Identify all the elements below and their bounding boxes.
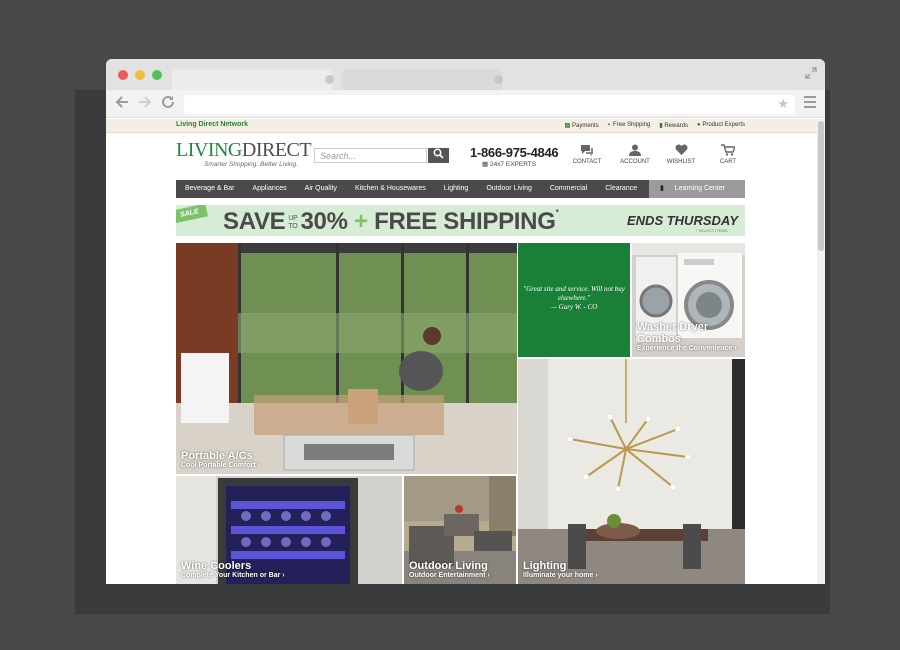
user-icon [615,144,655,159]
close-window-button[interactable] [118,70,128,80]
account-button[interactable]: ACCOUNT [615,144,655,165]
reload-icon[interactable] [160,95,176,111]
testimonial-quote: "Great site and service. Will not buy el… [518,243,630,357]
wine-caption: Wine Coolers Complete Your Kitchen or Ba… [181,560,285,580]
nav-outdoor-living[interactable]: Outdoor Living [477,180,541,198]
network-strip: Living Direct Network ▤ Payments ◐ Free … [106,119,817,133]
washer-caption: Washer Dryer Combos Experience the Conve… [637,321,745,353]
portable-ac-title: Portable A/Cs [181,450,253,462]
experts-label: ▦ 24x7 EXPERTS [482,161,537,168]
lighting-subtitle: Illuminate your home › [523,572,598,579]
network-link[interactable]: Living Direct Network [176,121,248,128]
tile-lighting[interactable]: Lighting Illuminate your home › [518,359,745,584]
top-link-product-experts[interactable]: ● Product Experts [697,122,745,129]
cart-button[interactable]: CART [708,144,748,165]
contact-button[interactable]: CONTACT [567,144,607,165]
tile-outdoor-living[interactable]: Outdoor Living Outdoor Entertainment › [404,476,516,584]
search-button[interactable] [428,148,449,163]
tile-portable-ac[interactable]: Portable A/Cs Cool Portable Comfort › [176,243,517,474]
browser-tab[interactable] [172,69,332,90]
browser-toolbar: ★ [106,90,825,118]
wine-title: Wine Coolers [181,560,252,572]
top-link-payments[interactable]: ▤ Payments [565,122,599,129]
title-bar [106,59,825,90]
site-logo[interactable]: LIVINGDIRECT Smarter Shopping. Better Li… [176,140,312,168]
nav-commercial[interactable]: Commercial [541,180,596,198]
nav-lighting[interactable]: Lighting [435,180,478,198]
tile-wine-coolers[interactable]: Wine Coolers Complete Your Kitchen or Ba… [176,476,402,584]
back-icon[interactable] [114,95,130,111]
washer-subtitle: Experience the Convenience › [637,345,737,352]
tab-close-icon[interactable] [494,75,503,84]
top-link-free-shipping[interactable]: ◐ Free Shipping [608,122,651,129]
top-links: ▤ Payments ◐ Free Shipping ▮ Rewards ● P… [565,122,745,129]
outdoor-caption: Outdoor Living Outdoor Entertainment › [409,560,490,580]
outdoor-title: Outdoor Living [409,560,488,572]
fullscreen-icon[interactable] [805,67,817,79]
tile-washer-dryer[interactable]: Washer Dryer Combos Experience the Conve… [632,243,745,357]
top-link-rewards[interactable]: ▮ Rewards [659,122,688,129]
bookmark-star-icon[interactable]: ★ [777,96,789,112]
scrollbar-thumb[interactable] [818,121,824,251]
lighting-caption: Lighting Illuminate your home › [523,560,598,580]
promo-banner[interactable]: SALE SAVE UP TO 30% + FREE SHIPPING* ENDS T… [176,205,745,236]
cart-icon [708,144,748,159]
promo-headline: SAVE UP TO 30% + FREE SHIPPING* [223,208,559,235]
search-input[interactable]: Search... [314,148,427,163]
promo-ends: ENDS THURSDAY [627,213,738,228]
washer-title: Washer Dryer Combos [637,321,709,345]
category-nav: Beverage & Bar Appliances Air Quality Ki… [176,180,745,198]
nav-beverage-bar[interactable]: Beverage & Bar [176,180,243,198]
browser-tab-inactive[interactable] [342,69,502,90]
search-icon [433,148,444,159]
forward-icon[interactable] [137,95,153,111]
web-page: Living Direct Network ▤ Payments ◐ Free … [106,119,817,584]
browser-menu-icon[interactable] [804,96,816,108]
heart-icon [661,144,701,159]
sale-tag: SALE [176,205,208,224]
portable-ac-image [176,243,517,474]
site-tagline: Smarter Shopping. Better Living. [204,161,298,168]
nav-appliances[interactable]: Appliances [243,180,295,198]
outdoor-subtitle: Outdoor Entertainment › [409,572,490,579]
browser-window: ★ Living Direct Network ▤ Payments ◐ Fre… [106,59,825,584]
lighting-title: Lighting [523,560,567,572]
wine-subtitle: Complete Your Kitchen or Bar › [181,572,285,579]
nav-air-quality[interactable]: Air Quality [296,180,346,198]
minimize-window-button[interactable] [135,70,145,80]
nav-learning-center[interactable]: ▮ Learning Center [649,180,745,198]
address-bar[interactable]: ★ [184,95,795,114]
portable-ac-caption: Portable A/Cs Cool Portable Comfort › [181,450,260,470]
lighting-image [518,359,745,584]
maximize-window-button[interactable] [152,70,162,80]
nav-kitchen-housewares[interactable]: Kitchen & Housewares [346,180,435,198]
page-scrollbar[interactable] [817,119,825,584]
portable-ac-subtitle: Cool Portable Comfort › [181,462,260,469]
phone-number[interactable]: 1-866-975-4846 [470,145,559,160]
promo-note: * SELECT ITEMS [696,228,728,233]
tab-close-icon[interactable] [325,75,334,84]
nav-clearance[interactable]: Clearance [596,180,646,198]
chat-icon [567,144,607,159]
wishlist-button[interactable]: WISHLIST [661,144,701,165]
